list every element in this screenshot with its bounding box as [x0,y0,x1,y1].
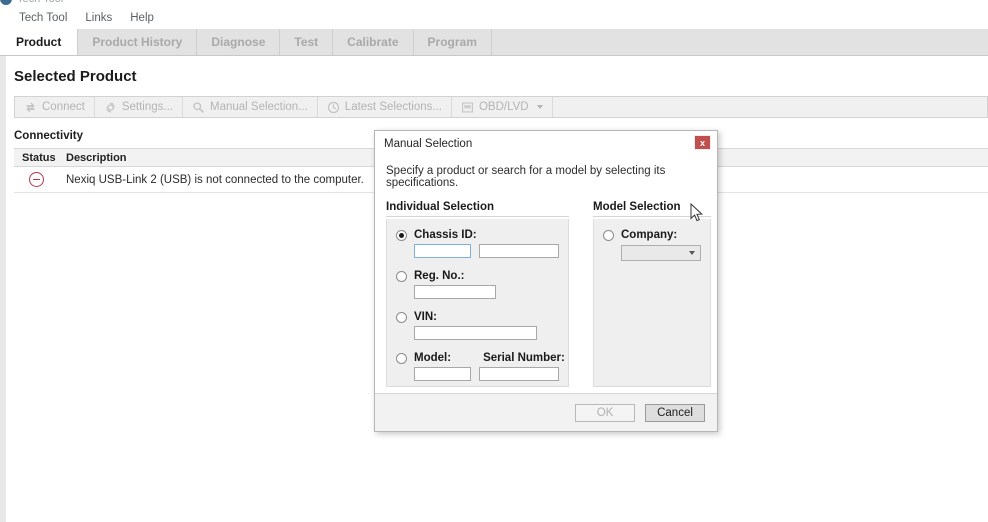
chassis-id-secondary-input[interactable] [479,244,559,258]
company-label: Company: [621,229,678,241]
tab-product[interactable]: Product [0,29,79,55]
settings-button[interactable]: Settings... [95,97,183,117]
menu-item-links[interactable]: Links [76,10,121,26]
magnifier-icon [192,101,205,114]
product-toolbar: Connect Settings... Manual Selection... … [14,96,988,118]
model-block: Model: Serial Number: [396,352,565,381]
connect-arrows-icon [24,101,37,114]
status-cell [14,172,58,187]
individual-selection-title: Individual Selection [386,201,569,217]
manual-selection-dialog: Manual Selection x Specify a product or … [374,130,718,432]
reg-no-block: Reg. No.: [396,270,559,299]
column-header-status: Status [22,151,56,164]
dialog-title: Manual Selection [384,138,473,150]
window-title: Tech Tool [17,0,63,5]
clock-icon [327,101,340,114]
dialog-body: Specify a product or search for a model … [375,165,717,387]
mouse-pointer-icon [690,202,704,228]
tab-calibrate[interactable]: Calibrate [333,29,414,55]
vin-input[interactable] [414,326,537,340]
close-icon[interactable]: x [694,135,711,150]
dialog-footer: OK Cancel [375,393,717,431]
obd-lvd-button[interactable]: OBD/LVD [452,97,553,117]
dialog-description: Specify a product or search for a model … [386,165,666,189]
vin-label: VIN: [414,311,437,323]
reg-no-label: Reg. No.: [414,270,465,282]
menu-item-tech-tool[interactable]: Tech Tool [10,10,76,26]
manual-selection-button-label: Manual Selection... [209,101,308,113]
radio-vin[interactable] [396,311,407,323]
page-title: Selected Product [14,68,137,85]
app-logo-icon [0,0,12,5]
reg-no-input[interactable] [414,285,496,299]
chevron-down-icon [689,251,695,255]
menu-bar: Tech Tool Links Help [0,8,988,28]
latest-selections-button-label: Latest Selections... [344,101,442,113]
description-cell: Nexiq USB-Link 2 (USB) is not connected … [66,173,364,186]
obd-lvd-button-label: OBD/LVD [478,101,529,113]
main-tab-bar: Product Product History Diagnose Test Ca… [0,29,988,56]
tab-product-history[interactable]: Product History [78,29,198,55]
connectivity-label: Connectivity [14,130,84,142]
connect-button-label: Connect [42,101,85,113]
model-selection-group: Model Selection Company: [593,201,711,387]
radio-company[interactable] [603,229,614,241]
panel-icon [461,101,474,114]
radio-model[interactable] [396,352,407,364]
tab-program[interactable]: Program [414,29,492,55]
column-header-description: Description [66,151,127,164]
cancel-button[interactable]: Cancel [645,403,705,422]
ok-button[interactable]: OK [575,403,635,422]
settings-button-label: Settings... [121,101,173,113]
model-label: Model: [414,352,452,364]
application-window: Tech Tool Tech Tool Links Help Product P… [0,0,988,522]
window-titlebar: Tech Tool [0,0,988,8]
radio-chassis-id[interactable] [396,229,407,241]
gear-icon [104,101,117,114]
model-input[interactable] [414,367,472,381]
tab-test[interactable]: Test [280,29,334,55]
company-select[interactable] [621,245,701,261]
serial-number-input[interactable] [479,367,559,381]
chassis-id-block: Chassis ID: [396,229,559,258]
chassis-id-input[interactable] [414,244,472,258]
serial-number-label: Serial Number: [483,352,565,364]
vin-block: VIN: [396,311,559,340]
dialog-titlebar: Manual Selection x [375,131,717,157]
chevron-down-icon [536,105,543,109]
individual-selection-group: Individual Selection Chassis ID: Reg. No… [386,201,569,387]
tab-diagnose[interactable]: Diagnose [197,29,281,55]
latest-selections-button[interactable]: Latest Selections... [318,97,452,117]
disconnected-icon [28,172,44,187]
manual-selection-button[interactable]: Manual Selection... [183,97,318,117]
menu-item-help[interactable]: Help [121,10,163,26]
chassis-id-label: Chassis ID: [414,229,477,241]
connect-button[interactable]: Connect [15,97,95,117]
radio-reg-no[interactable] [396,270,407,282]
